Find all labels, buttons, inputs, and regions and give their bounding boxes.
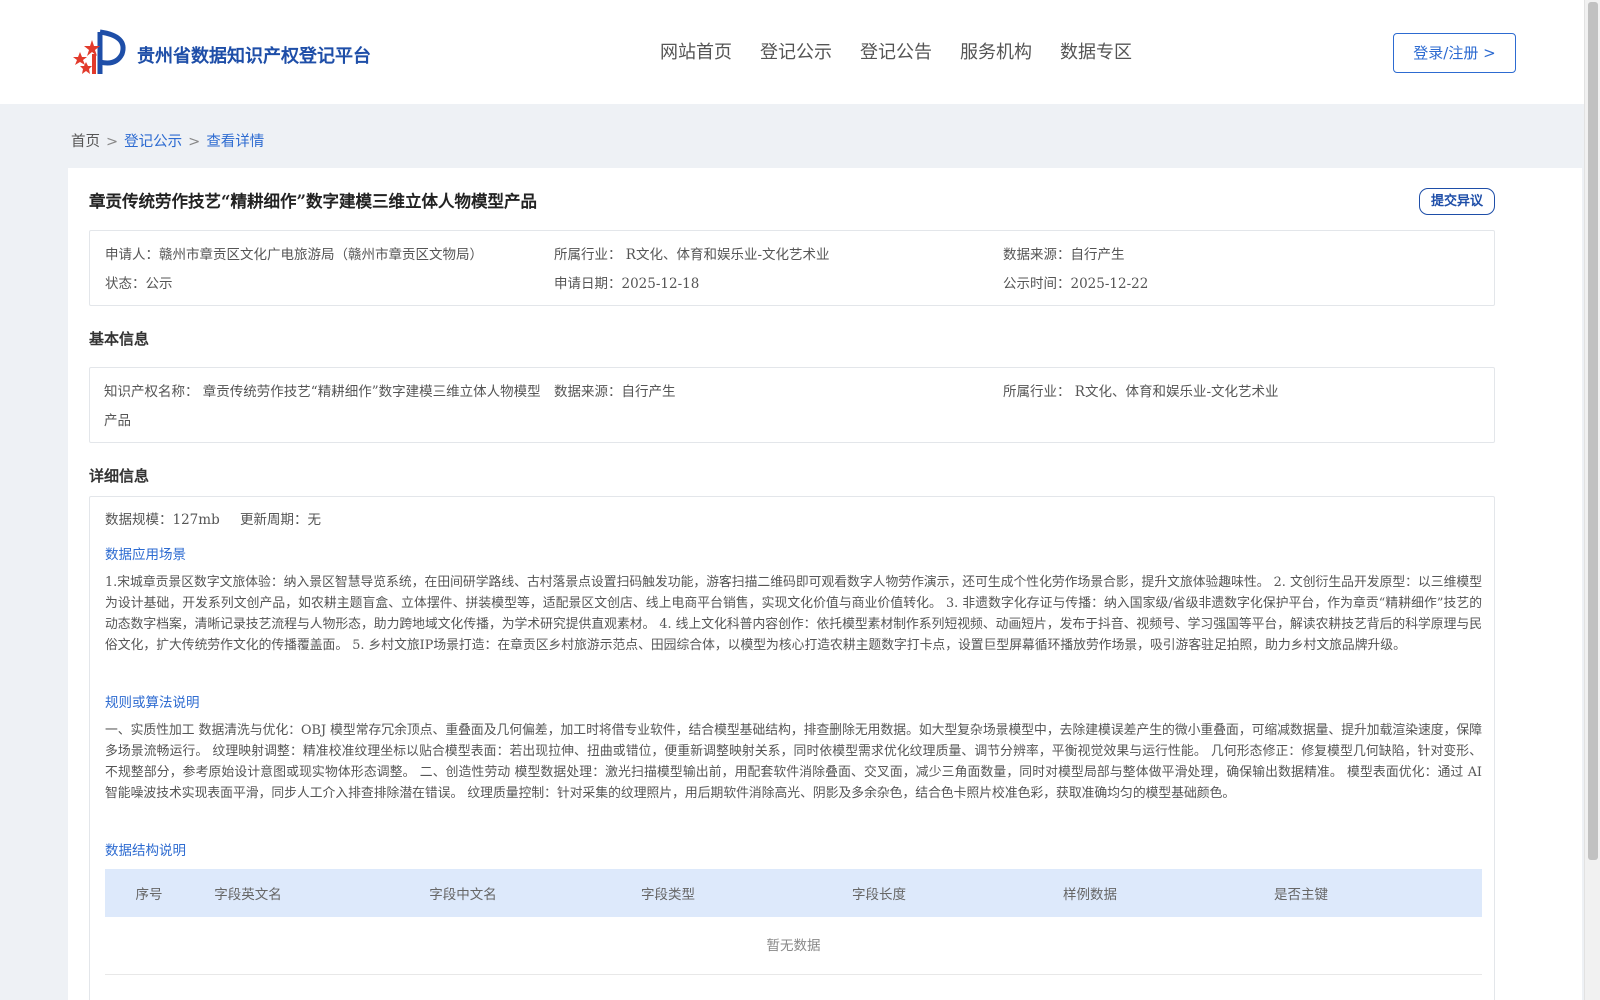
col-primary-key: 是否主键 (1274, 887, 1328, 903)
status-value: 公示 (145, 276, 173, 292)
breadcrumb-registration-publicity[interactable]: 登记公示 (124, 134, 182, 150)
apply-date-value: 2025-12-18 (621, 276, 700, 292)
apply-date-field: 申请日期：2025-12-18 (554, 272, 699, 292)
ip-name-value: 章贡传统劳作技艺“精耕细作”数字建模三维立体人物模型 (202, 384, 541, 400)
applicant-field: 申请人：赣州市章贡区文化广电旅游局（赣州市章贡区文物局） (105, 243, 483, 263)
col-english-name: 字段英文名 (214, 887, 282, 903)
scenario-text: 1.宋城章贡景区数字文旅体验：纳入景区智慧导览系统，在田间研学路线、古村落景点设… (105, 575, 1482, 653)
page-scrollbar[interactable] (1584, 0, 1600, 1000)
rules-title: 规则或算法说明 (105, 695, 200, 711)
basic-source-field: 数据来源：自行产生 (554, 380, 676, 400)
ip-name-value-cont: 产品 (104, 413, 131, 429)
data-scale-field: 数据规模：127mb 更新周期：无 (105, 508, 321, 528)
basic-info-box: 知识产权名称： 章贡传统劳作技艺“精耕细作”数字建模三维立体人物模型 产品 数据… (89, 367, 1495, 443)
col-length: 字段长度 (852, 887, 906, 903)
basic-industry-label: 所属行业： (1003, 384, 1071, 400)
basic-source-label: 数据来源： (554, 384, 622, 400)
col-type: 字段类型 (641, 887, 695, 903)
breadcrumb-current: 查看详情 (206, 134, 265, 150)
nav-data-zone[interactable]: 数据专区 (1060, 38, 1132, 64)
breadcrumb: 首页 > 登记公示 > 查看详情 (71, 130, 270, 151)
ip-name-field: 知识产权名称： 章贡传统劳作技艺“精耕细作”数字建模三维立体人物模型 (104, 380, 541, 400)
status-field: 状态：公示 (105, 272, 173, 292)
nav-home[interactable]: 网站首页 (660, 38, 732, 64)
structure-table-header: 序号 字段英文名 字段中文名 字段类型 字段长度 样例数据 是否主键 (105, 869, 1482, 917)
scale-value: 127mb (172, 512, 220, 528)
publish-date-value: 2025-12-22 (1070, 276, 1149, 292)
applicant-label: 申请人： (105, 247, 159, 263)
main-nav: 网站首页 登记公示 登记公告 服务机构 数据专区 (660, 38, 1160, 64)
summary-box: 申请人：赣州市章贡区文化广电旅游局（赣州市章贡区文物局） 所属行业： R文化、体… (89, 230, 1495, 306)
basic-industry-value: R文化、体育和娱乐业-文化艺术业 (1074, 384, 1279, 400)
industry-field: 所属行业： R文化、体育和娱乐业-文化艺术业 (554, 243, 830, 263)
detail-info-title: 详细信息 (89, 467, 150, 485)
structure-title: 数据结构说明 (105, 843, 186, 859)
basic-industry-field: 所属行业： R文化、体育和娱乐业-文化艺术业 (1003, 380, 1279, 400)
login-register-button[interactable]: 登录/注册 > (1393, 33, 1516, 73)
ip-name-label: 知识产权名称： (104, 384, 199, 400)
detail-info-box: 数据规模：127mb 更新周期：无 数据应用场景 1.宋城章贡景区数字文旅体验：… (89, 496, 1495, 1000)
applicant-value: 赣州市章贡区文化广电旅游局（赣州市章贡区文物局） (159, 247, 483, 263)
basic-source-value: 自行产生 (621, 384, 676, 400)
col-sample: 样例数据 (1063, 887, 1117, 903)
record-title: 章贡传统劳作技艺“精耕细作”数字建模三维立体人物模型产品 (89, 192, 537, 211)
basic-info-title: 基本信息 (89, 330, 150, 348)
cycle-value: 无 (307, 512, 322, 528)
col-chinese-name: 字段中文名 (429, 887, 497, 903)
scale-label: 数据规模： (105, 512, 173, 528)
platform-logo-icon[interactable] (70, 26, 130, 78)
scrollbar-thumb[interactable] (1588, 2, 1598, 860)
scenario-title: 数据应用场景 (105, 547, 186, 563)
status-label: 状态： (105, 276, 146, 292)
submit-objection-button[interactable]: 提交异议 (1419, 188, 1495, 215)
cycle-label: 更新周期： (240, 512, 308, 528)
source-field: 数据来源：自行产生 (1003, 243, 1125, 263)
platform-name[interactable]: 贵州省数据知识产权登记平台 (137, 42, 371, 68)
publish-date-field: 公示时间：2025-12-22 (1003, 272, 1148, 292)
rules-text: 一、实质性加工 数据清洗与优化：OBJ 模型常存冗余顶点、重叠面及几何偏差，加工… (105, 723, 1482, 801)
industry-label: 所属行业： (554, 247, 622, 263)
publish-date-label: 公示时间： (1003, 276, 1071, 292)
breadcrumb-separator: > (188, 134, 201, 150)
breadcrumb-separator: > (106, 134, 119, 150)
nav-service-agencies[interactable]: 服务机构 (960, 38, 1032, 64)
breadcrumb-home[interactable]: 首页 (71, 134, 100, 150)
col-index: 序号 (135, 887, 163, 903)
source-label: 数据来源： (1003, 247, 1071, 263)
nav-registration-publicity[interactable]: 登记公示 (760, 38, 832, 64)
apply-date-label: 申请日期： (554, 276, 622, 292)
source-value: 自行产生 (1070, 247, 1125, 263)
nav-registration-announcement[interactable]: 登记公告 (860, 38, 932, 64)
top-header: 贵州省数据知识产权登记平台 网站首页 登记公示 登记公告 服务机构 数据专区 登… (0, 0, 1584, 104)
table-empty-state: 暂无数据 (105, 917, 1482, 975)
detail-card: 章贡传统劳作技艺“精耕细作”数字建模三维立体人物模型产品 提交异议 申请人：赣州… (68, 168, 1582, 1000)
industry-value: R文化、体育和娱乐业-文化艺术业 (625, 247, 830, 263)
